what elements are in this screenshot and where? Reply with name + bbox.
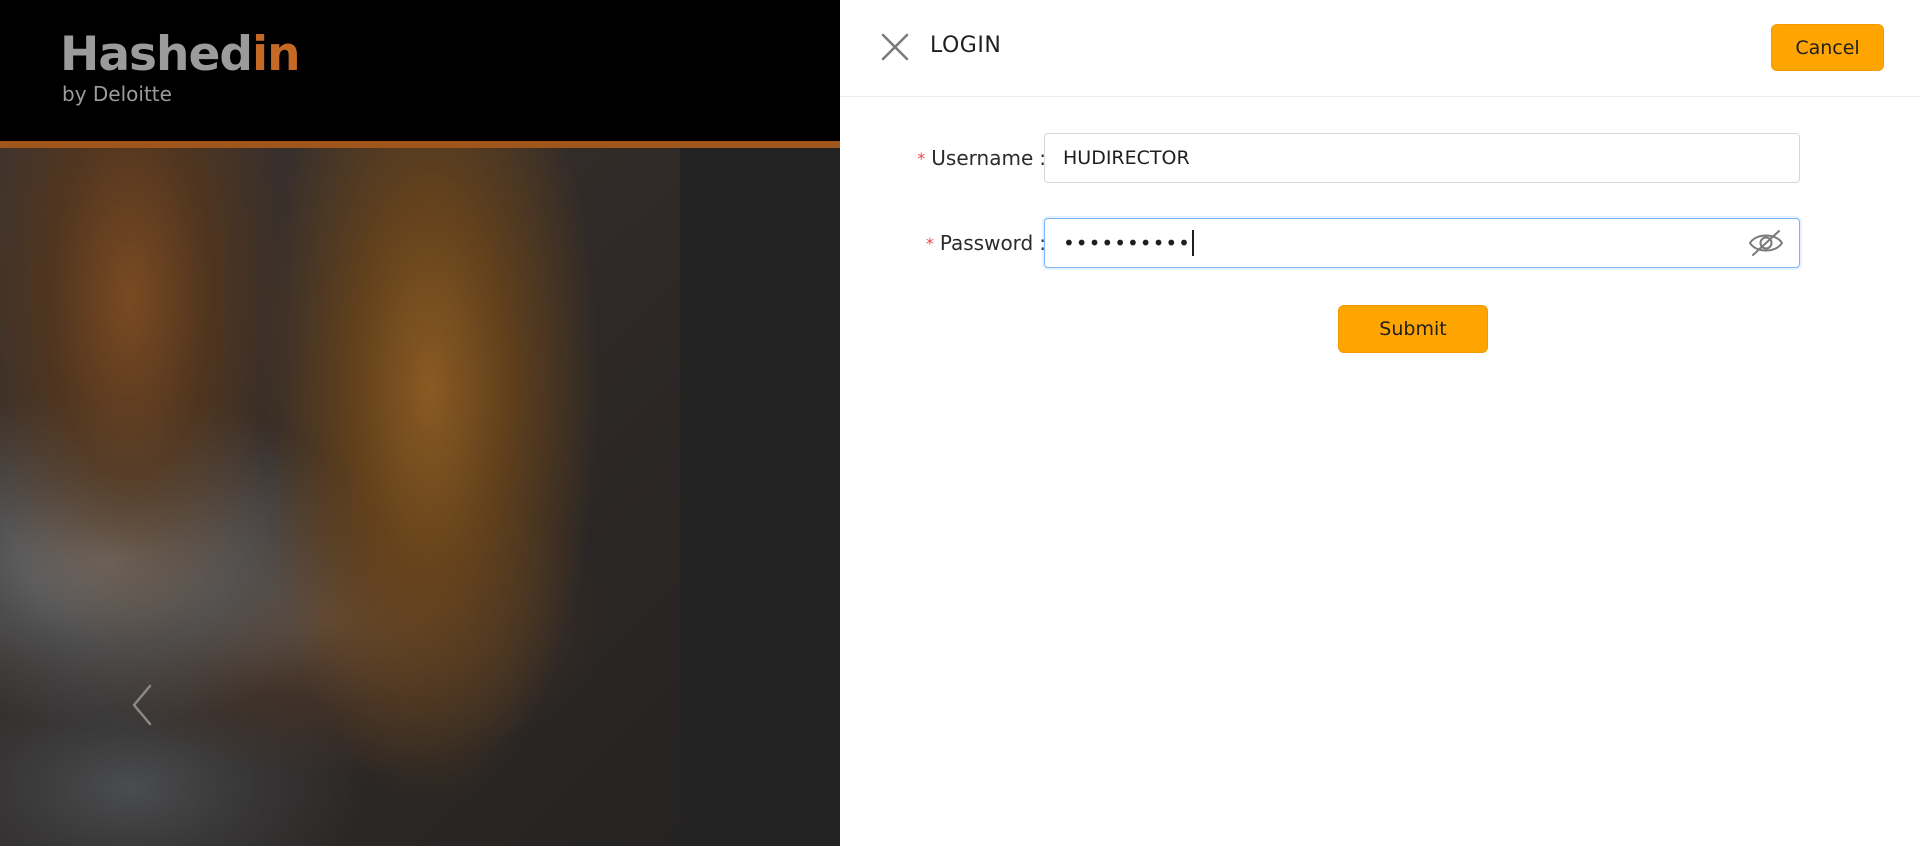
password-label: * Password : [926,218,1046,268]
hero-overlay [680,148,840,846]
hero-image [0,148,680,846]
password-input[interactable] [1044,218,1800,268]
logo-name-accent: in [252,27,301,82]
brand-divider [0,141,840,148]
login-drawer: LOGIN Cancel * Username : * Password : •… [840,0,1920,846]
password-label-text: Password [939,231,1034,255]
drawer-title: LOGIN [930,33,1002,58]
chevron-left-icon [132,684,152,726]
submit-button[interactable]: Submit [1338,305,1488,353]
username-label: * Username : [917,133,1046,183]
username-row: * Username : [840,133,1920,183]
close-button[interactable] [878,30,912,64]
drawer-header: LOGIN Cancel [840,0,1920,97]
username-label-text: Username [931,146,1034,170]
required-mark: * [925,233,934,253]
background-panel: Hashedin by Deloitte [0,0,840,846]
password-visibility-toggle[interactable] [1748,226,1784,260]
username-input[interactable] [1044,133,1800,183]
logo-wordmark: Hashedin [60,27,301,82]
required-mark: * [917,148,926,168]
logo-name-prefix: Hashed [60,27,253,82]
brand-header: Hashedin by Deloitte [0,0,840,141]
cancel-button[interactable]: Cancel [1771,24,1884,71]
hashedin-logo: Hashedin by Deloitte [60,27,301,107]
logo-subtitle: by Deloitte [62,82,172,106]
carousel-prev-button[interactable] [122,680,162,730]
eye-off-icon [1748,230,1784,256]
password-row: * Password : •••••••••• [840,218,1920,268]
close-icon [881,33,909,61]
